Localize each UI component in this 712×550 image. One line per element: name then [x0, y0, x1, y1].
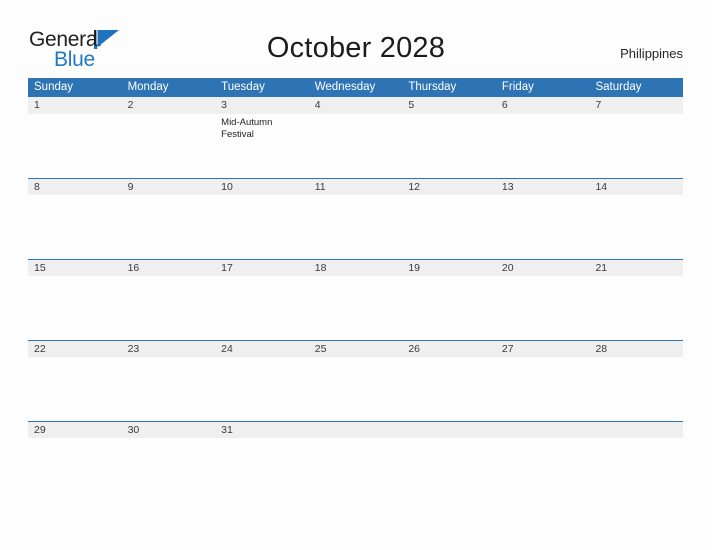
week-event-band: [28, 195, 683, 259]
region-label: Philippines: [620, 46, 683, 61]
day-number[interactable]: 14: [589, 179, 683, 195]
day-number[interactable]: 24: [215, 341, 309, 357]
day-header-thursday: Thursday: [408, 81, 457, 93]
day-number[interactable]: 5: [402, 97, 496, 114]
week-event-band: [28, 276, 683, 340]
week-date-band: 15 16 17 18 19 20 21: [28, 259, 683, 276]
day-number[interactable]: [402, 422, 496, 438]
day-cell[interactable]: [122, 276, 216, 340]
day-header-sunday: Sunday: [34, 81, 74, 93]
day-header-friday: Friday: [501, 81, 534, 93]
week-date-band: 22 23 24 25 26 27 28: [28, 340, 683, 357]
day-number[interactable]: 17: [215, 260, 309, 276]
day-cell[interactable]: [215, 195, 309, 259]
week-date-band: 8 9 10 11 12 13 14: [28, 178, 683, 195]
day-cell[interactable]: [402, 357, 496, 421]
day-number[interactable]: 27: [496, 341, 590, 357]
day-number[interactable]: 1: [28, 97, 122, 114]
day-number[interactable]: 15: [28, 260, 122, 276]
day-number[interactable]: 22: [28, 341, 122, 357]
day-header-monday: Monday: [127, 81, 169, 93]
day-cell[interactable]: [496, 276, 590, 340]
day-number[interactable]: [309, 422, 403, 438]
day-number[interactable]: 28: [589, 341, 683, 357]
day-cell[interactable]: [28, 276, 122, 340]
event-label: Mid-Autumn Festival: [221, 117, 273, 140]
week-date-band: 29 30 31: [28, 421, 683, 438]
day-cell[interactable]: Mid-Autumn Festival: [215, 114, 309, 178]
day-number[interactable]: 31: [215, 422, 309, 438]
day-number[interactable]: 20: [496, 260, 590, 276]
day-number[interactable]: 19: [402, 260, 496, 276]
day-number[interactable]: 2: [122, 97, 216, 114]
day-cell[interactable]: [496, 195, 590, 259]
day-number[interactable]: 12: [402, 179, 496, 195]
day-number[interactable]: 8: [28, 179, 122, 195]
day-number[interactable]: 9: [122, 179, 216, 195]
day-cell[interactable]: [28, 195, 122, 259]
day-cell[interactable]: [589, 357, 683, 421]
day-cell[interactable]: [309, 114, 403, 178]
day-number[interactable]: 13: [496, 179, 590, 195]
calendar-week-row: 8 9 10 11 12 13 14: [28, 178, 683, 259]
day-cell[interactable]: [122, 114, 216, 178]
day-cell[interactable]: [496, 357, 590, 421]
day-of-week-header-row: Sunday Monday Tuesday Wednesday Thursday…: [28, 78, 683, 97]
day-number[interactable]: 25: [309, 341, 403, 357]
day-cell[interactable]: [589, 195, 683, 259]
day-cell[interactable]: [309, 357, 403, 421]
week-event-band: Mid-Autumn Festival: [28, 114, 683, 178]
calendar-week-row: 22 23 24 25 26 27 28: [28, 340, 683, 421]
calendar-week-row: 15 16 17 18 19 20 21: [28, 259, 683, 340]
day-number[interactable]: 18: [309, 260, 403, 276]
day-cell[interactable]: [496, 114, 590, 178]
day-number[interactable]: 30: [122, 422, 216, 438]
day-cell[interactable]: [402, 276, 496, 340]
day-cell[interactable]: [122, 195, 216, 259]
calendar-week-row: 29 30 31: [28, 421, 683, 438]
calendar-grid: Sunday Monday Tuesday Wednesday Thursday…: [28, 78, 683, 438]
day-number[interactable]: 11: [309, 179, 403, 195]
day-number[interactable]: 3: [215, 97, 309, 114]
day-cell[interactable]: [309, 195, 403, 259]
week-event-band: [28, 357, 683, 421]
day-number[interactable]: 7: [589, 97, 683, 114]
day-cell[interactable]: [215, 357, 309, 421]
day-header-wednesday: Wednesday: [314, 81, 376, 93]
day-number[interactable]: 29: [28, 422, 122, 438]
day-number[interactable]: 21: [589, 260, 683, 276]
day-cell[interactable]: [589, 114, 683, 178]
day-number[interactable]: 10: [215, 179, 309, 195]
day-number[interactable]: 6: [496, 97, 590, 114]
day-cell[interactable]: [28, 114, 122, 178]
week-date-band: 1 2 3 4 5 6 7: [28, 97, 683, 114]
day-number[interactable]: 4: [309, 97, 403, 114]
day-number[interactable]: [589, 422, 683, 438]
day-number[interactable]: 16: [122, 260, 216, 276]
day-cell[interactable]: [28, 357, 122, 421]
day-number[interactable]: 23: [122, 341, 216, 357]
day-cell[interactable]: [309, 276, 403, 340]
calendar-week-row: 1 2 3 4 5 6 7 Mid-Autumn Festival: [28, 97, 683, 178]
day-cell[interactable]: [589, 276, 683, 340]
day-cell[interactable]: [122, 357, 216, 421]
day-number[interactable]: [496, 422, 590, 438]
page-title: October 2028: [266, 32, 446, 64]
day-header-tuesday: Tuesday: [221, 81, 265, 93]
day-number[interactable]: 26: [402, 341, 496, 357]
page-header: General Blue October 2028 Philippines: [0, 0, 712, 78]
day-cell[interactable]: [402, 114, 496, 178]
day-cell[interactable]: [215, 276, 309, 340]
day-header-saturday: Saturday: [595, 81, 642, 93]
day-cell[interactable]: [402, 195, 496, 259]
